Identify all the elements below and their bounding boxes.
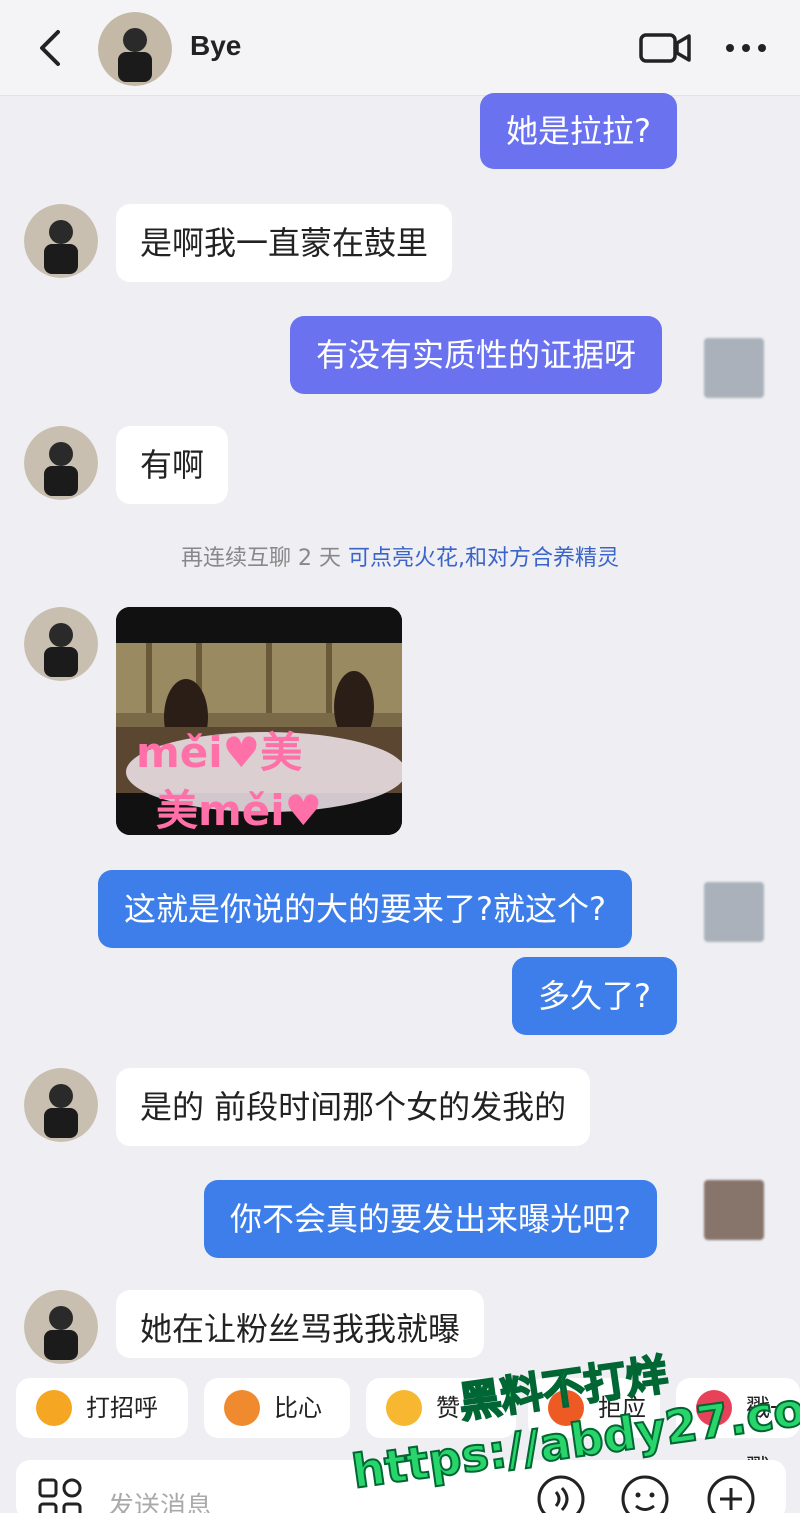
chevron-left-icon[interactable] [30, 26, 70, 70]
streak-hint-link[interactable]: 可点亮火花,和对方合养精灵 [348, 546, 619, 571]
wave-emoji-icon [36, 1390, 72, 1426]
message-bubble-outgoing[interactable]: 这就是你说的大的要来了?就这个? [98, 870, 632, 948]
message-bubble-incoming[interactable]: 是的 前段时间那个女的发我的 [116, 1068, 591, 1146]
message-bubble-outgoing[interactable]: 有没有实质性的证据呀 [290, 316, 663, 394]
poke-emoji-icon [696, 1390, 732, 1426]
contact-avatar[interactable] [24, 1290, 98, 1364]
streak-hint: 再连续互聊 2 天 可点亮火花,和对方合养精灵 [0, 540, 800, 572]
watermark-text: měi♥美 [136, 728, 303, 777]
quick-reply-bar: 打招呼 比心 赞 拒应 戳一戳 [0, 1366, 800, 1482]
message-bubble-incoming[interactable]: 是啊我一直蒙在鼓里 [116, 204, 453, 282]
self-avatar-blurred [704, 338, 764, 398]
heart-hands-emoji-icon [224, 1390, 260, 1426]
quick-reply-like[interactable]: 赞 [366, 1378, 516, 1438]
quick-reply-label: 比心 [274, 1394, 322, 1422]
self-avatar-blurred [704, 1180, 764, 1240]
watermark-text: 美měi♥ [156, 786, 323, 835]
message-input-bar: 发送消息 [16, 1460, 786, 1513]
message-bubble-incoming[interactable]: 有啊 [116, 426, 229, 504]
chat-header: Bye [0, 0, 800, 96]
streak-hint-text: 再连续互聊 2 天 [181, 546, 348, 571]
image-message[interactable]: měi♥美 美měi♥ [116, 607, 402, 835]
message-bubble-outgoing[interactable]: 你不会真的要发出来曝光吧? [204, 1180, 657, 1258]
video-call-icon[interactable] [638, 30, 692, 66]
apps-icon[interactable] [36, 1474, 86, 1513]
contact-avatar[interactable] [98, 12, 172, 86]
quick-reply-heart[interactable]: 比心 [204, 1378, 350, 1438]
contact-avatar[interactable] [24, 1068, 98, 1142]
more-horizontal-icon[interactable] [722, 28, 770, 68]
contact-avatar[interactable] [24, 607, 98, 681]
contact-name: Bye [190, 30, 242, 61]
contact-avatar[interactable] [24, 204, 98, 278]
thumbs-up-emoji-icon [386, 1390, 422, 1426]
quick-reply-fire[interactable]: 拒应 [528, 1378, 660, 1438]
fire-emoji-icon [548, 1390, 584, 1426]
quick-reply-label: 拒应 [598, 1394, 646, 1422]
quick-reply-label: 打招呼 [86, 1394, 158, 1422]
quick-reply-wave[interactable]: 打招呼 [16, 1378, 188, 1438]
plus-icon[interactable] [706, 1474, 756, 1513]
message-input[interactable]: 发送消息 [108, 1486, 212, 1513]
emoji-icon[interactable] [620, 1474, 670, 1513]
message-bubble-outgoing[interactable]: 多久了? [512, 957, 677, 1035]
voice-icon[interactable] [536, 1474, 586, 1513]
message-bubble-incoming[interactable]: 她在让粉丝骂我我就曝 [116, 1290, 485, 1358]
quick-reply-poke[interactable]: 戳一戳 [676, 1378, 800, 1482]
self-avatar-blurred [704, 882, 764, 942]
quick-reply-label: 赞 [436, 1394, 460, 1422]
contact-avatar[interactable] [24, 426, 98, 500]
message-bubble-outgoing[interactable]: 她是拉拉? [480, 93, 677, 169]
